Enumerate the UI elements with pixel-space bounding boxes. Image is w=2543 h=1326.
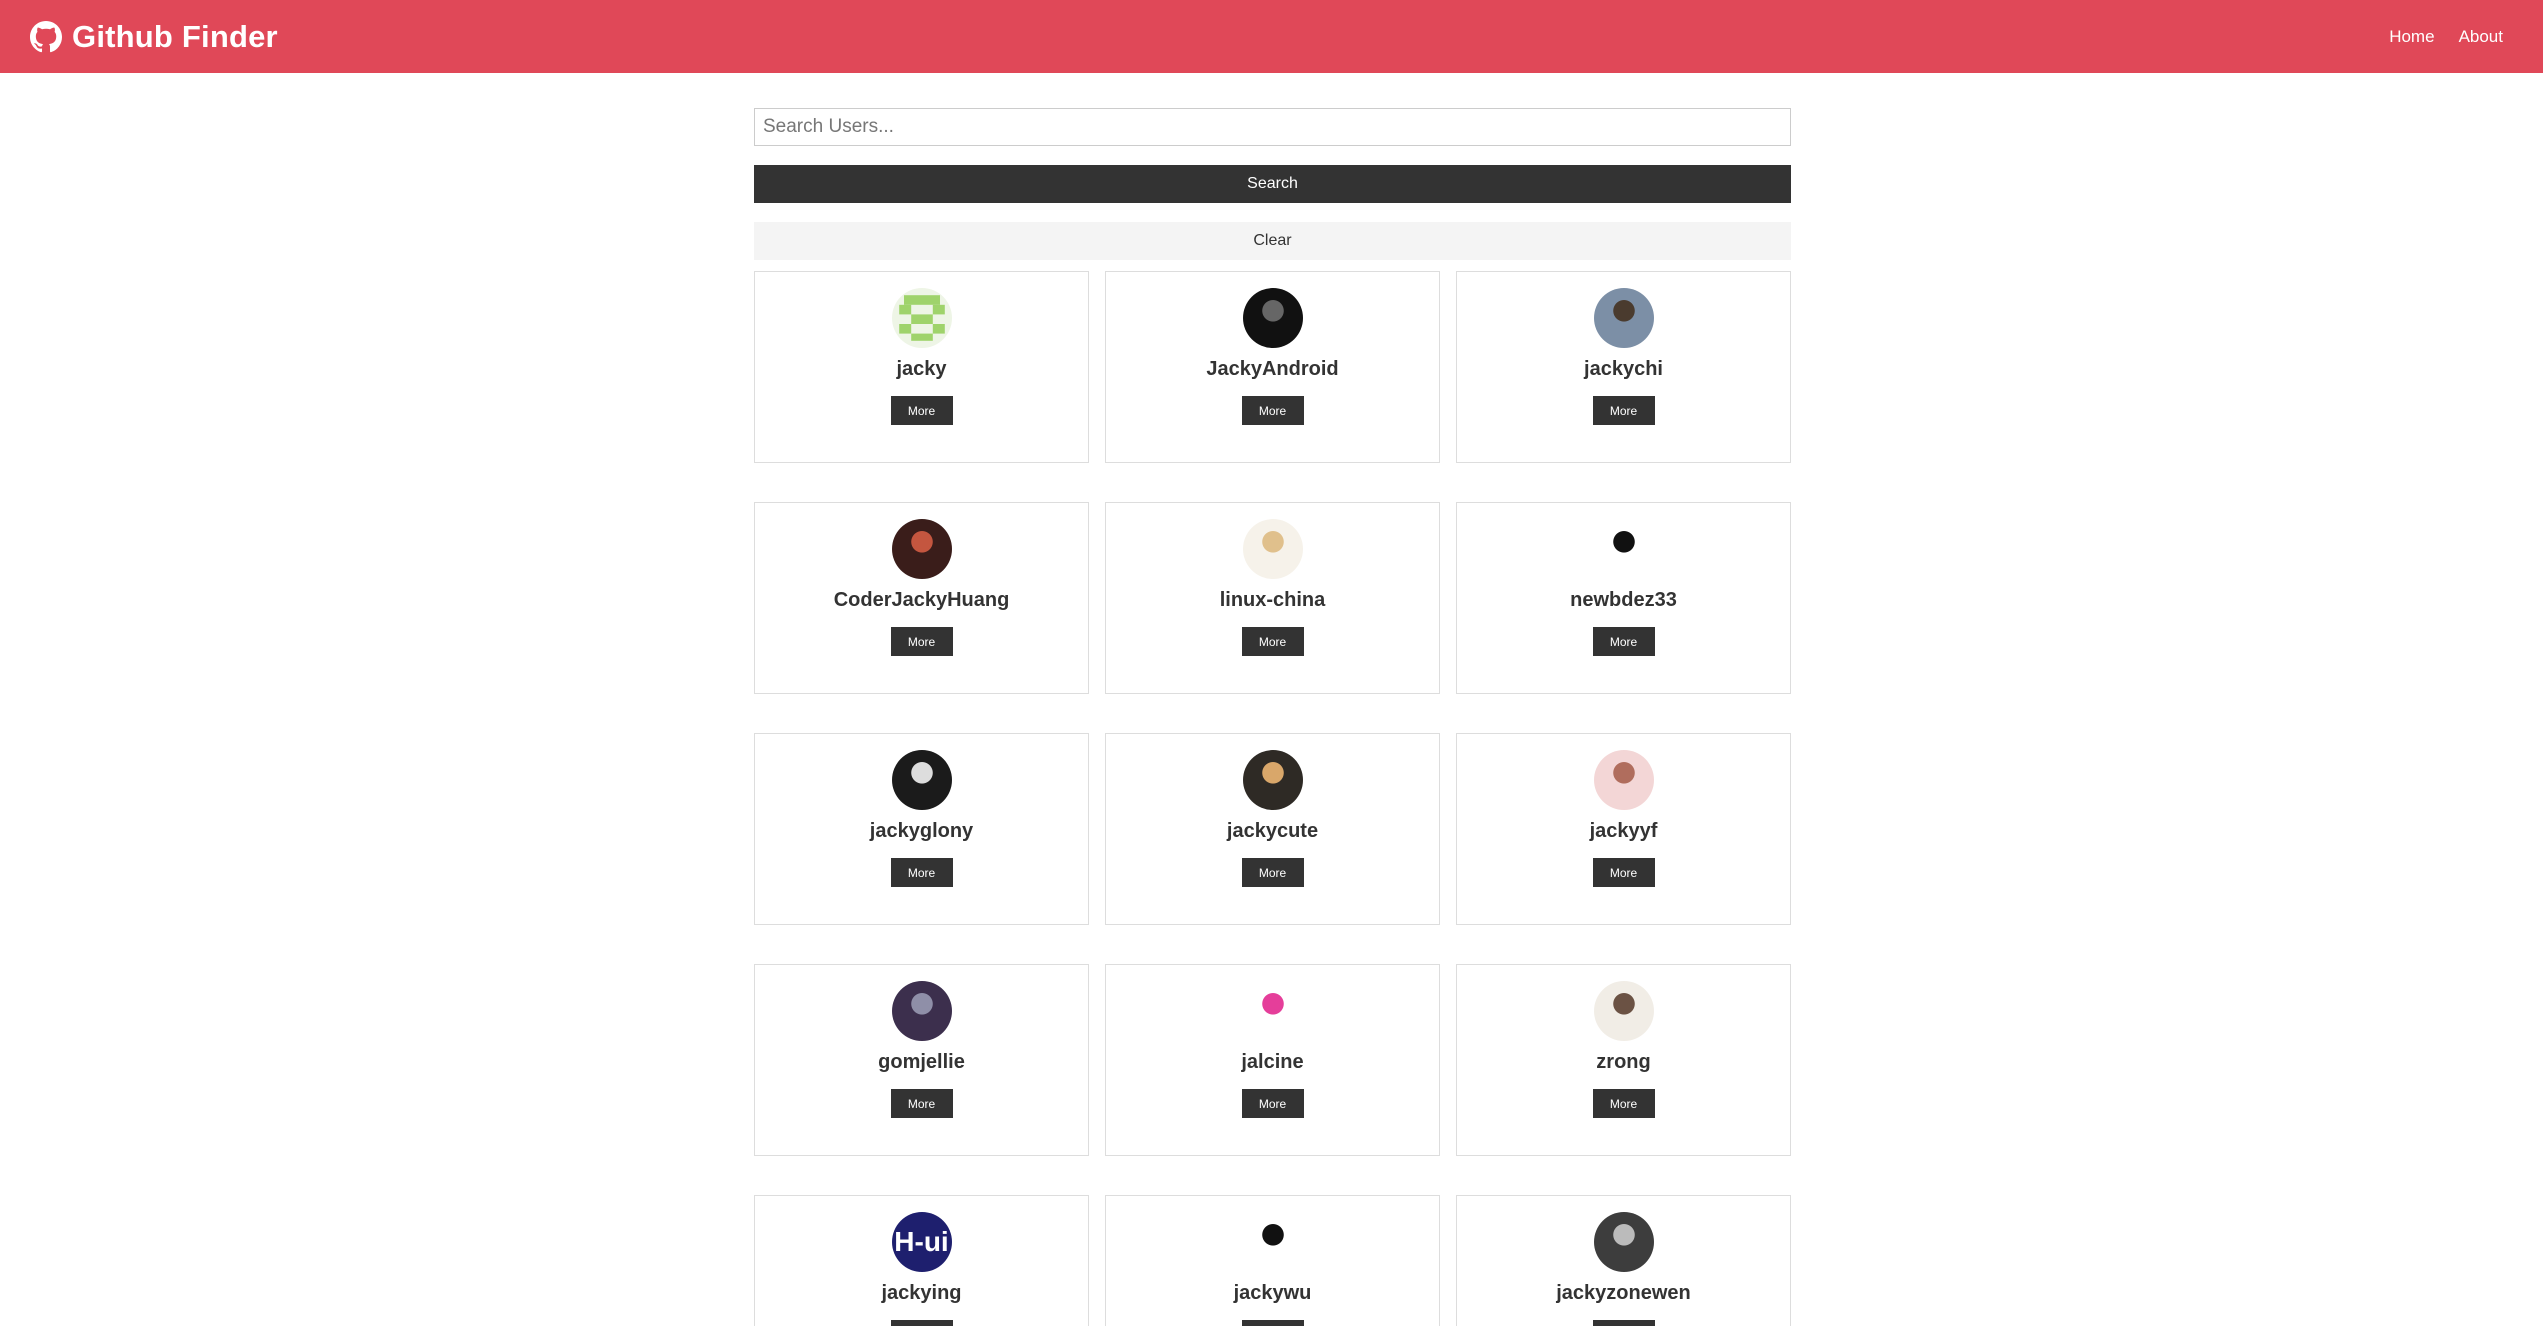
- more-button[interactable]: More: [1592, 627, 1655, 656]
- avatar: [1242, 750, 1303, 810]
- username: gomjellie: [878, 1051, 965, 1073]
- user-card: JackyAndroid More: [1105, 271, 1440, 463]
- more-button[interactable]: More: [1241, 1089, 1304, 1118]
- search-button[interactable]: Search: [754, 165, 1791, 203]
- username: jackyyf: [1589, 820, 1658, 842]
- avatar: [891, 981, 952, 1041]
- more-button[interactable]: More: [1592, 396, 1655, 425]
- username: jalcine: [1241, 1051, 1304, 1073]
- more-button[interactable]: More: [1241, 627, 1304, 656]
- user-card: gomjellie More: [754, 964, 1089, 1156]
- username: jackyglony: [869, 820, 974, 842]
- user-card: jackychi More: [1456, 271, 1791, 463]
- more-button[interactable]: More: [1241, 396, 1304, 425]
- username: jackywu: [1233, 1282, 1312, 1304]
- search-input[interactable]: [754, 108, 1791, 146]
- more-button[interactable]: More: [890, 627, 953, 656]
- more-button[interactable]: More: [890, 396, 953, 425]
- user-card: linux-china More: [1105, 502, 1440, 694]
- user-card: newbdez33 More: [1456, 502, 1791, 694]
- main-container: Search Clear jackyMoreJackyAndroidMoreja…: [754, 108, 1791, 1326]
- username: jacky: [896, 358, 947, 380]
- more-button[interactable]: More: [1592, 858, 1655, 887]
- username: JackyAndroid: [1206, 358, 1339, 380]
- avatar: [1593, 519, 1654, 579]
- avatar: [1242, 1212, 1303, 1272]
- avatar: [891, 519, 952, 579]
- avatar: [1593, 750, 1654, 810]
- avatar: [1593, 1212, 1654, 1272]
- user-grid: jacky More JackyAndroid More jackychi More Cod…: [754, 271, 1791, 1326]
- github-icon: [30, 20, 62, 53]
- user-card: jackycute More: [1105, 733, 1440, 925]
- username: CoderJackyHuang: [833, 589, 1010, 611]
- avatar: [891, 750, 952, 810]
- avatar: [1242, 981, 1303, 1041]
- user-card: jackywu More: [1105, 1195, 1440, 1326]
- app-title: Github Finder: [72, 18, 278, 54]
- more-button[interactable]: More: [1241, 858, 1304, 887]
- avatar: [1242, 519, 1303, 579]
- username: zrong: [1596, 1051, 1651, 1073]
- user-card: jackyzonewen More: [1456, 1195, 1791, 1326]
- username: jackyzonewen: [1556, 1282, 1691, 1304]
- clear-button[interactable]: Clear: [754, 222, 1791, 260]
- more-button[interactable]: More: [890, 1320, 953, 1326]
- more-button[interactable]: More: [890, 858, 953, 887]
- avatar: [1593, 981, 1654, 1041]
- more-button[interactable]: More: [1241, 1320, 1304, 1326]
- user-card: jackyglony More: [754, 733, 1089, 925]
- user-card: jackyyf More: [1456, 733, 1791, 925]
- user-card: zrong More: [1456, 964, 1791, 1156]
- username: jackychi: [1584, 358, 1663, 380]
- user-card: CoderJackyHuang More: [754, 502, 1089, 694]
- nav-links: Home About: [2389, 27, 2503, 47]
- avatar: [1242, 288, 1303, 348]
- avatar: [891, 288, 952, 348]
- avatar: [1593, 288, 1654, 348]
- username: newbdez33: [1570, 589, 1677, 611]
- more-button[interactable]: More: [890, 1089, 953, 1118]
- username: linux-china: [1219, 589, 1326, 611]
- avatar-text: H-ui: [894, 1226, 949, 1257]
- username: jackycute: [1226, 820, 1319, 842]
- more-button[interactable]: More: [1592, 1320, 1655, 1326]
- user-card: H-ui jackying More: [754, 1195, 1089, 1326]
- user-card: jalcine More: [1105, 964, 1440, 1156]
- nav-link-about[interactable]: About: [2459, 27, 2503, 47]
- more-button[interactable]: More: [1592, 1089, 1655, 1118]
- brand[interactable]: Github Finder: [30, 19, 278, 55]
- username: jackying: [881, 1282, 962, 1304]
- user-card: jacky More: [754, 271, 1089, 463]
- nav-link-home[interactable]: Home: [2389, 27, 2434, 47]
- avatar: H-ui: [891, 1212, 952, 1272]
- navbar: Github Finder Home About: [0, 0, 2543, 73]
